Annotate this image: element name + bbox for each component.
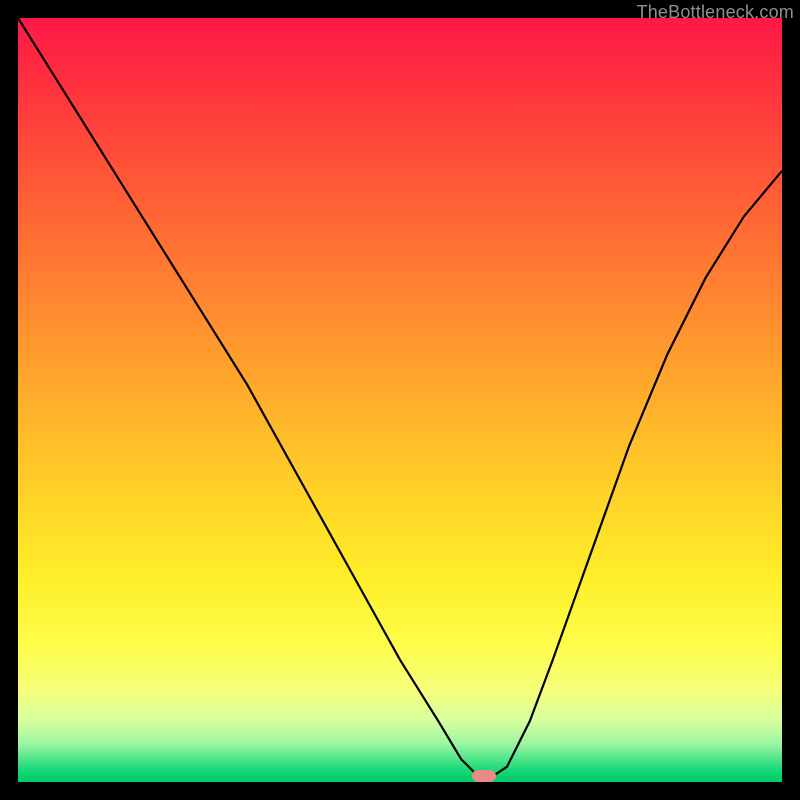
min-marker <box>472 770 496 782</box>
chart-canvas: TheBottleneck.com <box>0 0 800 800</box>
curve-path <box>18 18 782 782</box>
watermark-label: TheBottleneck.com <box>637 2 794 23</box>
plot-area <box>18 18 782 782</box>
bottleneck-curve <box>18 18 782 782</box>
